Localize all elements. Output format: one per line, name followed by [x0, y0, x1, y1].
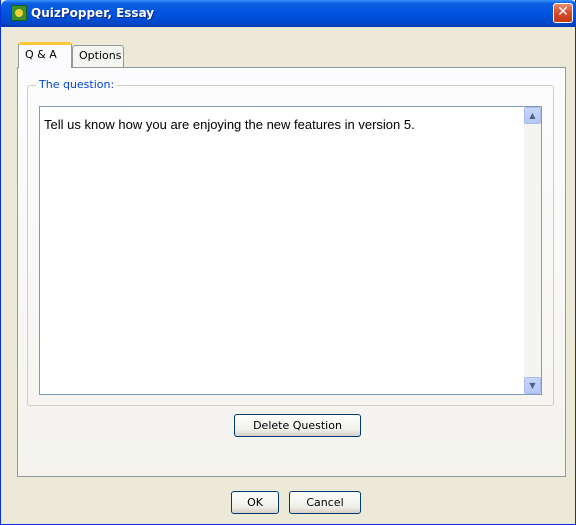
delete-question-button[interactable]: Delete Question [234, 414, 361, 437]
q-and-a-panel: The question: Tell us know how you are e… [17, 67, 566, 477]
close-icon[interactable]: ✕ [553, 3, 573, 23]
question-group: The question: Tell us know how you are e… [27, 78, 554, 406]
tab-options-label: Options [79, 49, 122, 62]
tab-q-and-a[interactable]: Q & A [18, 42, 72, 68]
question-textarea[interactable]: Tell us know how you are enjoying the ne… [39, 106, 542, 395]
vertical-scrollbar[interactable]: ▲ ▼ [524, 107, 541, 394]
title-bar[interactable]: QuizPopper, Essay ✕ [1, 0, 576, 27]
essay-dialog: QuizPopper, Essay ✕ Q & A Options The qu… [0, 0, 576, 525]
scroll-up-arrow-icon[interactable]: ▲ [524, 107, 541, 124]
question-text[interactable]: Tell us know how you are enjoying the ne… [44, 117, 519, 132]
tab-q-and-a-label: Q & A [25, 48, 57, 61]
window-title: QuizPopper, Essay [31, 6, 155, 20]
scroll-down-arrow-icon[interactable]: ▼ [524, 377, 541, 394]
ok-button[interactable]: OK [231, 491, 279, 514]
question-group-legend: The question: [36, 78, 118, 91]
tab-options[interactable]: Options [72, 45, 124, 67]
cancel-button[interactable]: Cancel [289, 491, 361, 514]
quizpopper-app-icon [11, 5, 27, 21]
